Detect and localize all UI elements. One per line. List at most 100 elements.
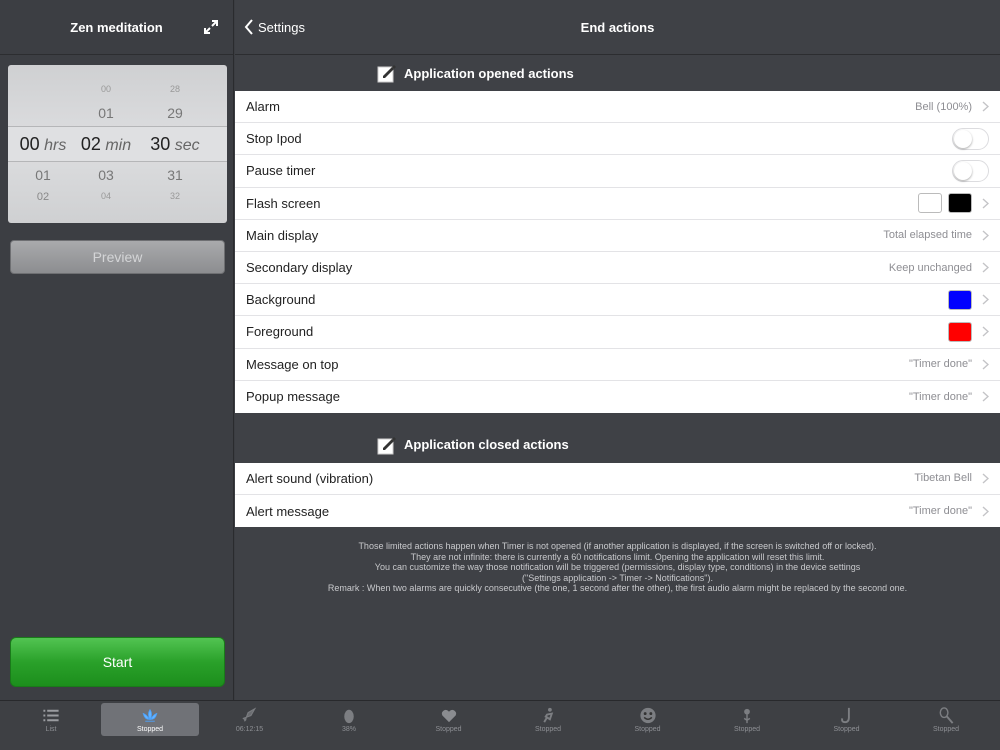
row-label: Popup message <box>246 389 340 405</box>
opened-section-header: Application opened actions <box>235 55 1000 91</box>
tab-label: Stopped <box>534 726 562 733</box>
timer-header: Zen meditation <box>0 0 233 55</box>
tab-heart[interactable]: Stopped <box>400 703 498 736</box>
closed-section-title: Application closed actions <box>404 437 569 453</box>
tab-runner[interactable]: Stopped <box>499 703 597 736</box>
chevron-right-icon <box>982 391 989 402</box>
opened-section-title: Application opened actions <box>404 65 574 81</box>
row-label: Alert sound (vibration) <box>246 470 374 486</box>
row-label: Secondary display <box>246 260 353 276</box>
settings-row[interactable]: Alarm Bell (100%) <box>235 91 1000 124</box>
tab-flower[interactable]: Stopped <box>698 703 796 736</box>
edit-icon <box>377 65 396 83</box>
footnote-line: Those limited actions happen when Timer … <box>358 541 877 552</box>
heart-icon <box>441 709 456 723</box>
row-detail: Tibetan Bell <box>914 472 972 485</box>
settings-row[interactable]: Message on top "Timer done" <box>235 349 1000 381</box>
chevron-right-icon <box>982 262 989 273</box>
egg-icon <box>344 709 354 724</box>
smiley-icon <box>639 707 656 724</box>
chevron-right-icon <box>982 473 989 484</box>
row-label: Stop Ipod <box>246 131 302 147</box>
row-label: Alert message <box>246 503 330 519</box>
tab-label: 06:12:15 <box>235 726 264 733</box>
color-swatch[interactable] <box>948 289 972 310</box>
tab-lotus[interactable]: Stopped <box>101 703 199 736</box>
settings-row[interactable]: Pause timer <box>235 155 1000 188</box>
notifications-footnote: Those limited actions happen when Timer … <box>235 527 1000 594</box>
tab-label: Stopped <box>136 726 164 733</box>
settings-row[interactable]: Secondary display Keep unchanged <box>235 252 1000 285</box>
settings-row[interactable]: Stop Ipod <box>235 123 1000 156</box>
row-label: Flash screen <box>246 195 321 211</box>
flower-icon <box>743 708 751 724</box>
color-swatch[interactable] <box>948 321 972 342</box>
timer-panel: Zen meditation 00 hrs 01 02 00 01 02 min… <box>0 0 234 700</box>
back-label: Settings <box>258 19 305 35</box>
toggle-switch[interactable] <box>952 127 989 150</box>
expand-icon[interactable] <box>203 19 219 35</box>
settings-row[interactable]: Popup message "Timer done" <box>235 381 1000 413</box>
row-detail: Keep unchanged <box>888 261 972 274</box>
settings-row[interactable]: Main display Total elapsed time <box>235 220 1000 252</box>
chevron-right-icon <box>982 230 989 241</box>
back-button[interactable]: Settings <box>244 19 305 35</box>
tab-saxophone[interactable]: Stopped <box>798 703 896 736</box>
settings-row[interactable]: Alert message "Timer done" <box>235 495 1000 527</box>
row-label: Foreground <box>246 324 314 340</box>
settings-row[interactable]: Flash screen <box>235 188 1000 220</box>
tab-label: Stopped <box>932 726 960 733</box>
edit-icon <box>377 436 396 455</box>
closed-actions-list: Alert sound (vibration) Tibetan Bell Alert… <box>235 462 1000 528</box>
settings-row[interactable]: Foreground <box>235 316 1000 349</box>
start-button[interactable]: Start <box>10 637 225 687</box>
footnote-line: You can customize the way those notifica… <box>374 562 861 573</box>
minutes-wheel[interactable]: 00 01 02 min 03 04 <box>76 65 136 223</box>
chevron-right-icon <box>982 101 989 112</box>
chevron-right-icon <box>982 326 989 337</box>
row-detail: "Timer done" <box>908 358 972 371</box>
chevron-right-icon <box>982 198 989 209</box>
racket-icon <box>939 707 954 724</box>
duration-picker[interactable]: 00 hrs 01 02 00 01 02 min 03 04 28 29 30… <box>8 65 227 223</box>
tab-label: List <box>45 726 57 733</box>
toggle-switch[interactable] <box>952 159 989 182</box>
chevron-right-icon <box>982 506 989 517</box>
preview-button[interactable]: Preview <box>10 240 225 274</box>
tab-label: 38% <box>341 726 356 733</box>
saxophone-icon <box>840 707 850 724</box>
footnote-line: ("Settings application -> Timer -> Notif… <box>522 572 713 583</box>
row-label: Background <box>246 292 316 308</box>
rocket-icon <box>241 707 256 722</box>
row-label: Main display <box>246 227 319 243</box>
color-swatch[interactable] <box>948 193 972 214</box>
closed-section-header: Application closed actions <box>235 427 1000 463</box>
footnote-line: They are not infinite: there is currentl… <box>410 551 825 562</box>
tab-rocket[interactable]: 06:12:15 <box>201 703 299 736</box>
nav-bar: Settings End actions <box>235 0 1000 55</box>
row-label: Message on top <box>246 356 339 372</box>
tab-racket[interactable]: Stopped <box>897 703 995 736</box>
tab-smiley[interactable]: Stopped <box>599 703 697 736</box>
tab-label: Stopped <box>435 726 462 733</box>
runner-icon <box>543 707 554 723</box>
hours-value: 00 <box>19 134 40 154</box>
row-detail: Bell (100%) <box>915 100 972 113</box>
color-swatch[interactable] <box>918 193 942 214</box>
chevron-right-icon <box>982 359 989 370</box>
chevron-left-icon <box>244 19 253 35</box>
tab-list[interactable]: List <box>2 703 100 736</box>
settings-row[interactable]: Alert sound (vibration) Tibetan Bell <box>235 463 1000 496</box>
opened-actions-list: Alarm Bell (100%) Stop Ipod Pause timer Flas… <box>235 91 1000 413</box>
row-label: Alarm <box>246 99 280 115</box>
row-label: Pause timer <box>246 163 316 179</box>
seconds-wheel[interactable]: 28 29 30 sec 31 32 <box>145 65 205 223</box>
tab-label: Stopped <box>634 726 661 733</box>
tab-egg[interactable]: 38% <box>300 703 398 736</box>
end-actions-panel: Settings End actions Application opened … <box>235 0 1000 700</box>
settings-row[interactable]: Background <box>235 284 1000 317</box>
tab-label: Stopped <box>733 726 761 733</box>
hours-wheel[interactable]: 00 hrs 01 02 <box>13 65 73 223</box>
row-detail: Total elapsed time <box>883 229 972 242</box>
chevron-right-icon <box>982 294 989 305</box>
